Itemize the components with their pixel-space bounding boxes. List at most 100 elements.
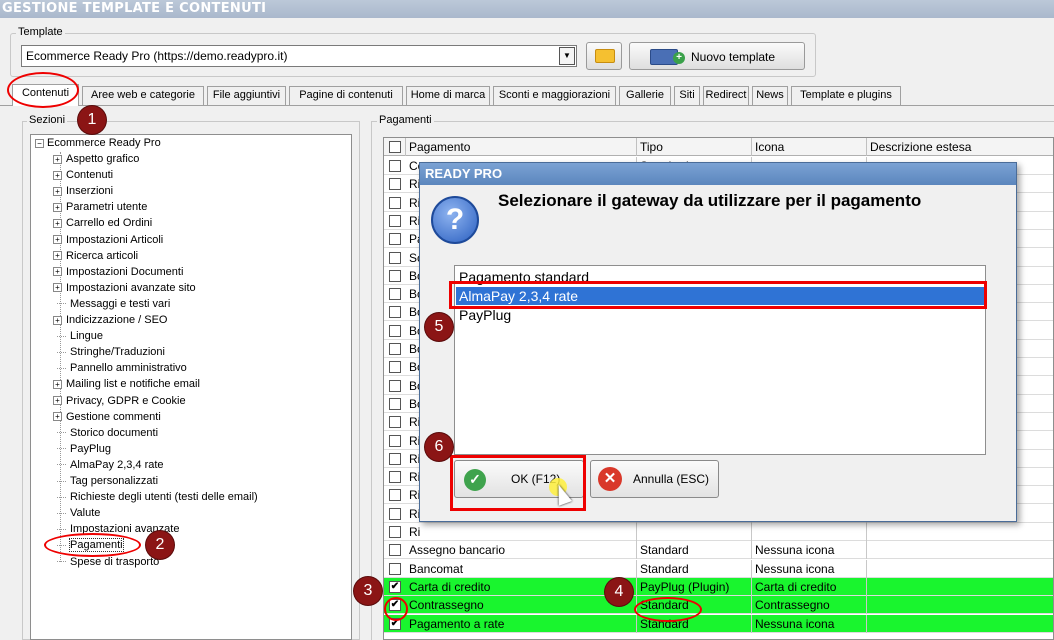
tree-item[interactable]: Pannello amministrativo [53, 360, 187, 376]
tree-item[interactable]: + Impostazioni Documenti [53, 264, 183, 280]
tab-sconti-e-maggiorazioni[interactable]: Sconti e maggiorazioni [493, 86, 616, 105]
dialog-message: Selezionare il gateway da utilizzare per… [498, 191, 922, 210]
expand-icon[interactable]: + [53, 235, 62, 245]
tab-gallerie[interactable]: Gallerie [619, 86, 671, 105]
row-checkbox[interactable] [389, 452, 401, 465]
header-descrizione[interactable]: Descrizione estesa [867, 138, 1053, 156]
expand-icon[interactable]: + [53, 251, 62, 261]
table-row[interactable]: Bancomat Standard Nessuna icona [384, 559, 1053, 578]
row-checkbox[interactable] [389, 306, 401, 319]
row-checkbox[interactable] [389, 379, 401, 392]
tree-leaf-connector [57, 512, 66, 514]
template-select[interactable]: Ecommerce Ready Pro (https://demo.readyp… [21, 45, 577, 67]
expand-icon[interactable]: + [53, 202, 62, 212]
tree-item[interactable]: + Mailing list e notifiche email [53, 376, 200, 392]
table-row[interactable]: Ri [384, 523, 1053, 541]
tree-item[interactable]: AlmaPay 2,3,4 rate [53, 457, 164, 473]
tab-news[interactable]: News [752, 86, 788, 105]
tree-item[interactable]: + Carrello ed Ordini [53, 215, 152, 231]
row-checkbox[interactable] [389, 324, 401, 337]
marker-5: 5 [425, 313, 453, 341]
row-checkbox[interactable] [389, 397, 401, 410]
row-checkbox[interactable] [389, 361, 401, 374]
tab-home-di-marca[interactable]: Home di marca [406, 86, 490, 105]
tab-aree-web-e-categorie[interactable]: Aree web e categorie [82, 86, 204, 105]
row-checkbox[interactable] [389, 343, 401, 355]
expand-icon[interactable]: + [53, 218, 62, 228]
tree-item[interactable]: + Ricerca articoli [53, 248, 138, 264]
chevron-down-icon[interactable]: ▼ [559, 47, 575, 65]
tree-item[interactable]: PayPlug [53, 441, 111, 457]
table-cell [867, 541, 1053, 559]
window-title: GESTIONE TEMPLATE E CONTENUTI [0, 0, 1054, 18]
new-template-label: Nuovo template [691, 50, 776, 64]
tab-file-aggiuntivi[interactable]: File aggiuntivi [207, 86, 286, 105]
tree-item[interactable]: + Inserzioni [53, 183, 113, 199]
expand-icon[interactable]: + [53, 170, 62, 180]
table-row[interactable]: ✔ Contrassegno Standard Contrassegno [384, 596, 1053, 615]
tree-item[interactable]: + Privacy, GDPR e Cookie [53, 393, 186, 409]
expand-icon[interactable]: + [53, 267, 62, 277]
row-checkbox[interactable] [389, 196, 401, 209]
header-pagamento[interactable]: Pagamento [406, 138, 637, 156]
cancel-x-icon: ✕ [598, 467, 622, 491]
tree-item[interactable]: Lingue [53, 328, 103, 344]
tree-item[interactable]: Valute [53, 505, 100, 521]
row-checkbox[interactable] [389, 233, 401, 246]
collapse-icon[interactable]: − [35, 138, 44, 148]
expand-icon[interactable]: + [53, 315, 62, 325]
row-checkbox[interactable] [389, 507, 401, 520]
tree-leaf-connector [57, 448, 66, 450]
header-icona[interactable]: Icona [752, 138, 867, 156]
tree-item[interactable]: + Contenuti [53, 167, 113, 183]
new-template-button[interactable]: Nuovo template [629, 42, 805, 70]
table-row[interactable]: Assegno bancario Standard Nessuna icona [384, 541, 1053, 560]
expand-icon[interactable]: + [53, 396, 62, 406]
row-checkbox[interactable] [389, 288, 401, 301]
row-checkbox[interactable] [389, 251, 401, 264]
tree-item[interactable]: Richieste degli utenti (testi delle emai… [53, 489, 258, 505]
tree-item-label: Indicizzazione / SEO [66, 314, 168, 326]
expand-icon[interactable]: + [53, 283, 62, 293]
tree-root[interactable]: − Ecommerce Ready Pro [35, 137, 161, 149]
row-checkbox[interactable] [389, 489, 401, 502]
tree-item[interactable]: + Parametri utente [53, 199, 147, 215]
cancel-button[interactable]: ✕ Annulla (ESC) [590, 460, 719, 498]
row-checkbox[interactable] [389, 160, 401, 172]
expand-icon[interactable]: + [53, 412, 62, 422]
tab-pagine-di-contenuti[interactable]: Pagine di contenuti [289, 86, 403, 105]
tree-item[interactable]: + Impostazioni avanzate sito [53, 280, 196, 296]
table-cell: Bancomat [406, 559, 637, 578]
tree-item[interactable]: + Indicizzazione / SEO [53, 312, 168, 328]
row-checkbox[interactable] [389, 178, 401, 191]
row-checkbox[interactable] [389, 416, 401, 429]
tab-redirect[interactable]: Redirect [703, 86, 749, 105]
row-checkbox[interactable] [389, 544, 401, 557]
tab-template-e-plugins[interactable]: Template e plugins [791, 86, 901, 105]
tab-siti[interactable]: Siti [674, 86, 700, 105]
open-folder-button[interactable] [586, 42, 622, 70]
expand-icon[interactable]: + [53, 379, 62, 389]
tree-item[interactable]: Storico documenti [53, 425, 158, 441]
table-row[interactable]: ✔ Carta di credito PayPlug (Plugin) Carta d… [384, 577, 1053, 596]
table-row[interactable]: ✔ Pagamento a rate Standard Nessuna icona [384, 614, 1053, 633]
tree-item[interactable]: Tag personalizzati [53, 473, 158, 489]
sections-tree[interactable]: − Ecommerce Ready Pro + Aspetto grafico + Co… [30, 134, 352, 640]
row-checkbox[interactable] [389, 471, 401, 484]
table-cell: Standard [637, 541, 752, 560]
tree-item[interactable]: + Aspetto grafico [53, 151, 139, 167]
row-checkbox[interactable] [389, 214, 401, 227]
tree-item[interactable]: Stringhe/Traduzioni [53, 344, 165, 360]
expand-icon[interactable]: + [53, 154, 62, 164]
row-checkbox[interactable] [389, 434, 401, 447]
tree-item[interactable]: + Impostazioni Articoli [53, 232, 163, 248]
expand-icon[interactable]: + [53, 186, 62, 196]
row-checkbox[interactable]: ✔ [389, 580, 401, 593]
row-checkbox[interactable] [389, 526, 401, 538]
row-checkbox[interactable] [389, 269, 401, 282]
row-checkbox[interactable] [389, 562, 401, 575]
header-tipo[interactable]: Tipo [637, 138, 752, 156]
tree-item[interactable]: + Gestione commenti [53, 409, 161, 425]
select-all-checkbox[interactable] [389, 141, 401, 153]
tree-item[interactable]: Messaggi e testi vari [53, 296, 170, 312]
